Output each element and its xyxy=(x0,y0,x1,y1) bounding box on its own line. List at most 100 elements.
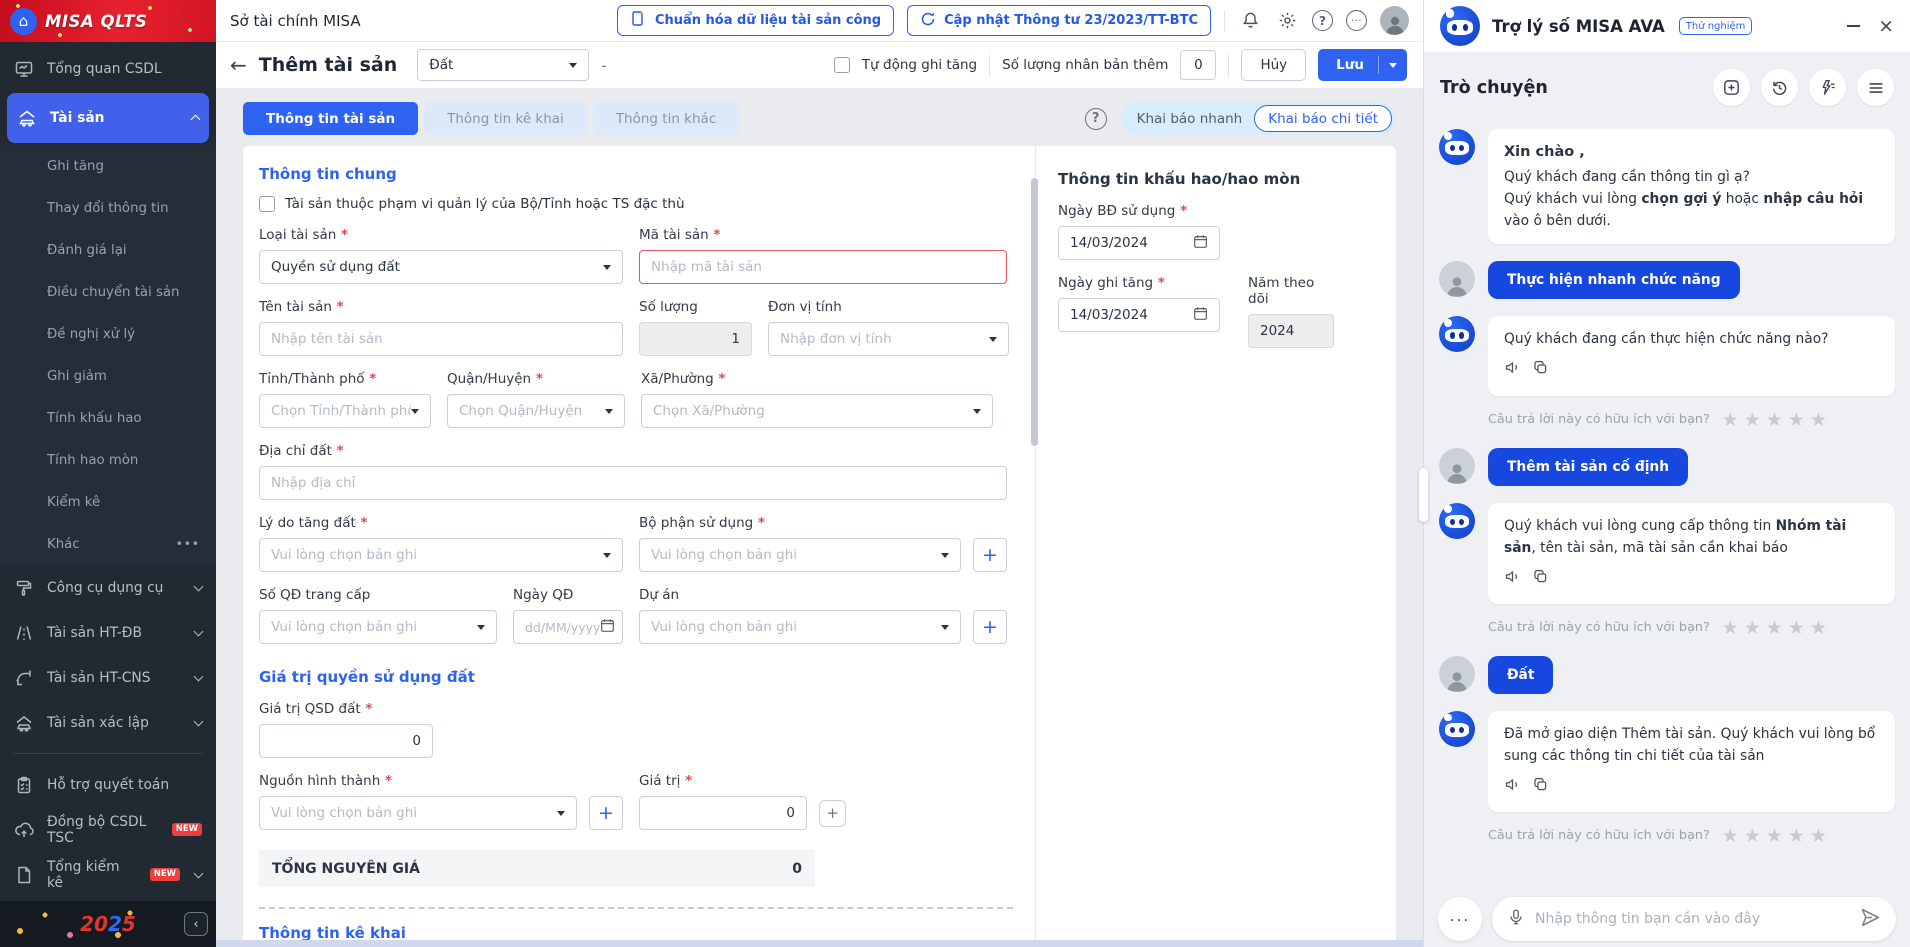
sidebar-item-label: Tổng kiểm kê xyxy=(47,859,130,891)
speaker-icon[interactable] xyxy=(1504,568,1521,592)
prompt-list-icon[interactable] xyxy=(1809,69,1846,106)
calendar-icon[interactable] xyxy=(600,618,615,637)
ward-select[interactable]: Chọn Xã/Phường xyxy=(641,394,993,428)
more-dots-icon[interactable]: ••• xyxy=(176,537,200,551)
user-pill-land[interactable]: Đất xyxy=(1488,656,1553,694)
using-department-select[interactable]: Vui lòng chọn bản ghi xyxy=(639,538,961,572)
sidebar-item-tai-san-ht-cns[interactable]: Tài sản HT-CNS xyxy=(0,655,216,700)
sidebar-collapse-button[interactable]: ‹ xyxy=(184,912,208,936)
asset-type-select[interactable]: Đất xyxy=(417,49,589,81)
speaker-icon[interactable] xyxy=(1504,359,1521,383)
sidebar-subitem-khac[interactable]: Khác••• xyxy=(0,523,216,565)
sidebar-subitem-danh-gia-lai[interactable]: Đánh giá lại xyxy=(0,229,216,271)
tab-thong-tin-tai-san[interactable]: Thông tin tài sản xyxy=(243,102,418,135)
increase-reason-select[interactable]: Vui lòng chọn bản ghi xyxy=(259,538,623,572)
tab-thong-tin-ke-khai[interactable]: Thông tin kê khai xyxy=(424,102,587,135)
record-date-input[interactable]: 14/03/2024 xyxy=(1058,298,1220,332)
avatar[interactable] xyxy=(1380,6,1409,35)
detail-declare-option[interactable]: Khai báo chi tiết xyxy=(1254,105,1392,132)
bell-icon[interactable] xyxy=(1238,9,1262,33)
sidebar-subitem-thay-doi-thong-tin[interactable]: Thay đổi thông tin xyxy=(0,187,216,229)
decision-date-input[interactable]: dd/MM/yyyy xyxy=(513,610,623,644)
cancel-button[interactable]: Hủy xyxy=(1241,49,1306,81)
unit-select[interactable]: Nhập đơn vị tính xyxy=(768,322,1009,356)
back-arrow-icon[interactable]: ← xyxy=(230,53,247,77)
add-department-button[interactable]: + xyxy=(973,538,1007,572)
project-select[interactable]: Vui lòng chọn bản ghi xyxy=(639,610,961,644)
form-help-icon[interactable]: ? xyxy=(1085,108,1107,130)
star-rating[interactable]: ★★★★★ xyxy=(1722,409,1832,431)
province-select[interactable]: Chọn Tỉnh/Thành phố xyxy=(259,394,431,428)
more-icon[interactable]: ... xyxy=(1346,10,1367,31)
speaker-icon[interactable] xyxy=(1504,776,1521,800)
assistant-title: Trợ lý số MISA AVA xyxy=(1492,17,1665,36)
land-value-input[interactable]: 0 xyxy=(259,724,433,758)
form-scrollbar[interactable] xyxy=(1031,178,1038,446)
history-icon[interactable] xyxy=(1761,69,1798,106)
sidebar-item-dong-bo-csdl-tsc[interactable]: Đồng bộ CSDL TSC NEW xyxy=(0,807,216,852)
tracking-year-input[interactable]: 2024 xyxy=(1248,314,1334,348)
close-icon[interactable]: × xyxy=(1878,17,1894,36)
sidebar-item-ho-tro-quyet-toan[interactable]: Hỗ trợ quyết toán xyxy=(0,762,216,807)
calendar-icon[interactable] xyxy=(1193,234,1208,253)
sidebar-item-tong-kiem-ke[interactable]: Tổng kiểm kê NEW xyxy=(0,852,216,897)
horizontal-scrollbar[interactable] xyxy=(216,940,1423,947)
user-pill-quick-action[interactable]: Thực hiện nhanh chức năng xyxy=(1488,261,1740,299)
district-select[interactable]: Chọn Quận/Huyện xyxy=(447,394,625,428)
sidebar-item-tai-san-ht-db[interactable]: Tài sản HT-ĐB xyxy=(0,610,216,655)
chat-message-input[interactable]: Nhập thông tin bạn cần vào đây xyxy=(1492,897,1896,941)
quick-declare-option[interactable]: Khai báo nhanh xyxy=(1137,111,1243,127)
asset-name-input[interactable]: Nhập tên tài sản xyxy=(259,322,623,356)
app-logo[interactable]: ⌂ MISA QLTS xyxy=(0,0,216,42)
chat-more-button[interactable]: ... xyxy=(1438,897,1482,941)
asset-category-select[interactable]: Quyền sử dụng đất xyxy=(259,250,623,284)
sidebar-subitem-tinh-hao-mon[interactable]: Tính hao mòn xyxy=(0,439,216,481)
copy-icon[interactable] xyxy=(1532,568,1549,592)
field-label: Số QĐ trang cấp xyxy=(259,587,497,603)
minimize-icon[interactable] xyxy=(1847,25,1860,27)
add-project-button[interactable]: + xyxy=(973,610,1007,644)
standardize-data-button[interactable]: Chuẩn hóa dữ liệu tài sản công xyxy=(617,5,894,36)
user-message: Đất xyxy=(1424,656,1910,694)
asset-code-input[interactable]: Nhập mã tài sản xyxy=(639,250,1007,284)
sidebar-item-tai-san-xac-lap[interactable]: Tài sản xác lập xyxy=(0,700,216,745)
funding-source-select[interactable]: Vui lòng chọn bản ghi xyxy=(259,796,577,830)
save-button[interactable]: Lưu xyxy=(1318,49,1407,81)
gear-icon[interactable] xyxy=(1275,9,1299,33)
field-label: Số lượng xyxy=(639,299,752,315)
calendar-icon[interactable] xyxy=(1193,306,1208,325)
quantity-input[interactable]: 1 xyxy=(639,322,752,356)
decision-number-select[interactable]: Vui lòng chọn bản ghi xyxy=(259,610,497,644)
copy-icon[interactable] xyxy=(1532,359,1549,383)
sidebar-subitem-tinh-khau-hao[interactable]: Tính khấu hao xyxy=(0,397,216,439)
sidebar-subitem-dieu-chuyen-tai-san[interactable]: Điều chuyển tài sản xyxy=(0,271,216,313)
clone-count-input[interactable]: 0 xyxy=(1180,50,1216,80)
sidebar-item-cong-cu-dung-cu[interactable]: Công cụ dụng cụ xyxy=(0,565,216,610)
start-use-date-input[interactable]: 14/03/2024 xyxy=(1058,226,1220,260)
mic-icon[interactable] xyxy=(1507,908,1525,930)
sidebar-subitem-ghi-giam[interactable]: Ghi giảm xyxy=(0,355,216,397)
send-icon[interactable] xyxy=(1860,907,1881,932)
copy-icon[interactable] xyxy=(1532,776,1549,800)
sidebar-subitem-kiem-ke[interactable]: Kiểm kê xyxy=(0,481,216,523)
star-rating[interactable]: ★★★★★ xyxy=(1722,825,1832,847)
add-funding-source-button[interactable]: + xyxy=(589,796,623,830)
funding-value-input[interactable]: 0 xyxy=(639,796,807,830)
sidebar-subitem-ghi-tang[interactable]: Ghi tăng xyxy=(0,145,216,187)
new-chat-icon[interactable] xyxy=(1713,69,1750,106)
sidebar-item-tai-san[interactable]: Tài sản xyxy=(7,93,209,143)
sidebar-subitem-de-nghi-xu-ly[interactable]: Đề nghị xử lý xyxy=(0,313,216,355)
help-icon[interactable]: ? xyxy=(1312,10,1333,31)
tab-thong-tin-khac[interactable]: Thông tin khác xyxy=(593,102,739,135)
menu-icon[interactable] xyxy=(1857,69,1894,106)
auto-record-checkbox[interactable] xyxy=(834,57,850,73)
scope-checkbox[interactable] xyxy=(259,196,275,212)
update-circular-button[interactable]: Cập nhật Thông tư 23/2023/TT-BTC xyxy=(907,5,1211,36)
add-funding-row-button[interactable]: + xyxy=(819,800,846,827)
panel-resize-handle[interactable] xyxy=(1419,468,1428,522)
chevron-down-icon xyxy=(477,625,485,630)
sidebar-item-tong-quan-csdl[interactable]: Tổng quan CSDL xyxy=(0,46,216,91)
star-rating[interactable]: ★★★★★ xyxy=(1722,617,1832,639)
land-address-input[interactable]: Nhập địa chỉ xyxy=(259,466,1007,500)
user-pill-add-asset[interactable]: Thêm tài sản cố định xyxy=(1488,448,1688,486)
